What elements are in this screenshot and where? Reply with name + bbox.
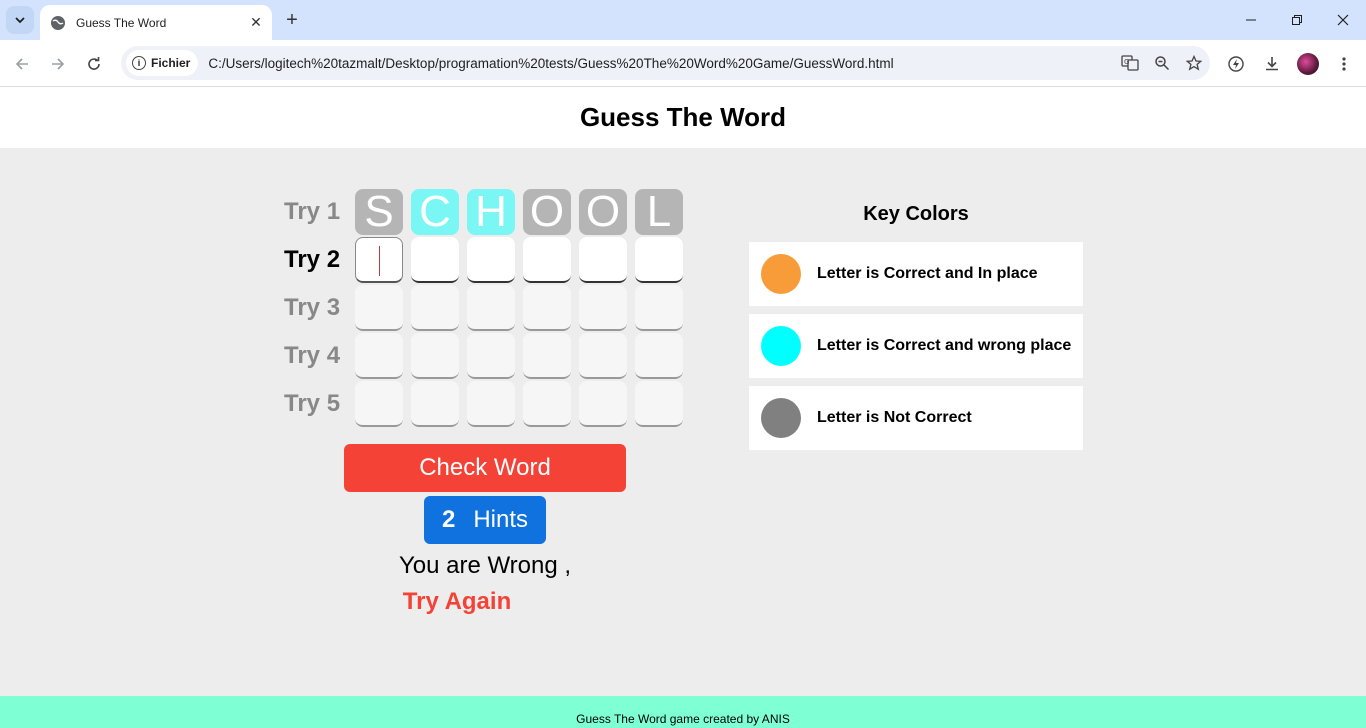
downloads-button[interactable]	[1258, 50, 1286, 78]
letter-input	[635, 381, 683, 427]
letter-input	[467, 381, 515, 427]
letter-input	[355, 285, 403, 331]
restore-icon	[1292, 15, 1302, 25]
browser-tab[interactable]: Guess The Word ✕	[40, 5, 272, 40]
try-label: Try 5	[284, 390, 341, 417]
reload-button[interactable]	[80, 50, 108, 78]
letter-input	[467, 285, 515, 331]
try-label: Try 4	[284, 342, 341, 369]
site-info-chip[interactable]: i Fichier	[126, 50, 199, 76]
avatar	[1297, 53, 1319, 75]
grey-dot-icon	[761, 398, 801, 438]
letter-input[interactable]	[635, 237, 683, 283]
letter-input	[523, 381, 571, 427]
close-icon[interactable]: ✕	[248, 14, 264, 31]
info-icon: i	[132, 56, 146, 70]
result-message: You are Wrong ,	[398, 552, 572, 579]
key-colors-title: Key Colors	[863, 203, 969, 225]
letter-input	[579, 333, 627, 379]
letter-input	[523, 285, 571, 331]
key-item-in-place: Letter is Correct and In place	[749, 242, 1083, 306]
try-label: Try 2	[284, 246, 341, 273]
letter-input	[355, 381, 403, 427]
tab-search-button[interactable]	[6, 6, 34, 34]
site-chip-label: Fichier	[151, 56, 191, 70]
letter-input	[411, 381, 459, 427]
address-bar[interactable]: i Fichier C:/Users/logitech%20tazmalt/De…	[121, 46, 1210, 80]
arrow-left-icon	[15, 58, 28, 70]
letter-cell: O	[523, 187, 571, 236]
try-row-4: Try 4	[280, 332, 690, 380]
letter-input	[523, 333, 571, 379]
letter-cell: H	[467, 187, 515, 236]
back-button[interactable]	[8, 50, 36, 78]
try-label: Try 3	[284, 294, 341, 321]
more-vertical-icon	[1342, 57, 1346, 71]
letter-cell: C	[411, 187, 459, 236]
letter-input[interactable]	[523, 237, 571, 283]
browser-toolbar: i Fichier C:/Users/logitech%20tazmalt/De…	[0, 40, 1366, 87]
key-label: Letter is Correct and wrong place	[817, 337, 1072, 354]
star-icon[interactable]	[1178, 49, 1210, 77]
restore-button[interactable]	[1274, 0, 1320, 40]
minimize-button[interactable]	[1228, 0, 1274, 40]
orange-dot-icon	[761, 254, 801, 294]
letter-input	[355, 333, 403, 379]
try-row-5: Try 5	[280, 380, 690, 428]
page-title: Guess The Word	[579, 102, 787, 132]
key-item-wrong-place: Letter is Correct and wrong place	[749, 314, 1083, 378]
letter-input[interactable]	[355, 237, 403, 283]
new-tab-button[interactable]: +	[280, 8, 304, 32]
try-row-2: Try 2	[280, 236, 690, 284]
download-icon	[1266, 57, 1278, 71]
key-label: Letter is Not Correct	[817, 409, 972, 426]
translate-icon[interactable]: G	[1114, 49, 1146, 77]
key-item-not-correct: Letter is Not Correct	[749, 386, 1083, 450]
letter-cell: O	[579, 187, 627, 236]
close-icon	[1337, 14, 1349, 26]
footer-text: Guess The Word game created by ANIS	[576, 712, 790, 726]
letter-input	[579, 381, 627, 427]
lightning-icon	[1228, 56, 1244, 72]
page-header: Guess The Word	[0, 87, 1366, 148]
letter-input	[579, 285, 627, 331]
arrow-right-icon	[52, 58, 65, 70]
zoom-icon[interactable]	[1146, 49, 1178, 77]
letter-input	[411, 285, 459, 331]
letter-input	[635, 333, 683, 379]
try-label: Try 1	[284, 198, 341, 225]
forward-button[interactable]	[44, 50, 72, 78]
letter-input	[411, 333, 459, 379]
profile-button[interactable]	[1294, 50, 1322, 78]
chevron-down-icon	[15, 17, 25, 24]
globe-icon	[51, 15, 65, 30]
url-text[interactable]: C:/Users/logitech%20tazmalt/Desktop/prog…	[208, 56, 1114, 71]
letter-input	[635, 285, 683, 331]
cyan-dot-icon	[761, 326, 801, 366]
letter-input[interactable]	[411, 237, 459, 283]
try-again-message: Try Again	[402, 588, 512, 615]
check-word-button[interactable]: Check Word	[344, 444, 626, 492]
hints-button[interactable]: 2 Hints	[424, 496, 546, 544]
footer: Guess The Word game created by ANIS	[0, 696, 1366, 728]
try-row-3: Try 3	[280, 284, 690, 332]
minimize-icon	[1246, 19, 1256, 21]
hints-label: Hints	[473, 506, 529, 533]
browser-tab-bar: Guess The Word ✕ +	[0, 0, 1366, 40]
try-row-1: Try 1 S C H O O L	[280, 187, 690, 236]
menu-button[interactable]	[1330, 50, 1358, 78]
key-label: Letter is Correct and In place	[817, 265, 1038, 282]
close-window-button[interactable]	[1320, 0, 1366, 40]
tab-title: Guess The Word	[76, 15, 167, 30]
hints-count: 2	[441, 506, 456, 533]
letter-input[interactable]	[579, 237, 627, 283]
letter-cell: S	[355, 187, 403, 236]
letter-input	[467, 333, 515, 379]
svg-text:G: G	[1124, 58, 1129, 66]
letter-cell: L	[635, 187, 683, 236]
performance-button[interactable]	[1222, 50, 1250, 78]
letter-input[interactable]	[467, 237, 515, 283]
reload-icon	[88, 57, 100, 70]
